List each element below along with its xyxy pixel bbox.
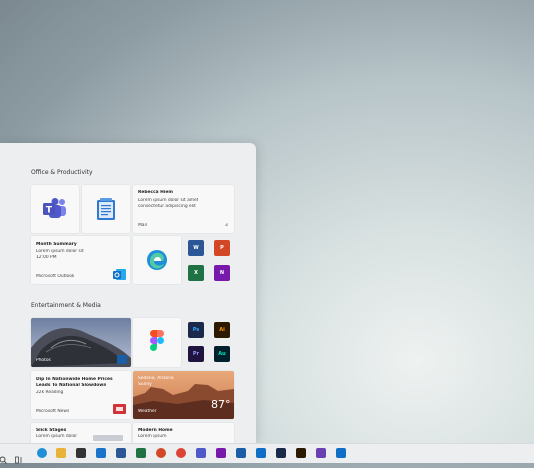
bottom-left-thumb xyxy=(93,435,123,441)
news-tile[interactable]: Dip In Nationwide Home Prices Leads To N… xyxy=(31,371,131,419)
news-meta: 22k Reading xyxy=(36,390,64,395)
onenote-icon[interactable]: N xyxy=(214,265,230,281)
teams-icon: T xyxy=(43,198,67,220)
mail-sender: Rebecca Hiem xyxy=(138,190,173,195)
bottom-right-tile[interactable]: Modern Home Lorem ipsum xyxy=(133,423,234,443)
weather-tile[interactable]: Sedona, Arizona Sunny 87° Weather xyxy=(133,371,234,419)
illustrator-taskbar-icon[interactable] xyxy=(296,448,306,458)
mail-count: 3 xyxy=(225,223,228,228)
outlook-calendar-tile[interactable]: Month Summary Lorem ipsum dolor sit 12:0… xyxy=(31,236,130,284)
visual-studio-icon[interactable] xyxy=(316,448,326,458)
weather-label: Weather xyxy=(138,409,157,414)
photos-tile[interactable]: Photos xyxy=(31,318,131,367)
notepad-icon xyxy=(96,197,116,221)
photos-taskbar-icon[interactable] xyxy=(236,448,246,458)
news-icon xyxy=(113,404,126,414)
bottom-right-sub: Lorem ipsum xyxy=(138,434,167,439)
photoshop-icon[interactable]: Ps xyxy=(188,322,204,338)
section-title-entertainment: Entertainment & Media xyxy=(31,302,101,309)
outlook-taskbar-icon[interactable] xyxy=(256,448,266,458)
bottom-left-tile[interactable]: Slick Stages Lorem ipsum dolor xyxy=(31,423,131,443)
illustrator-icon[interactable]: Ai xyxy=(214,322,230,338)
news-source: Microsoft News xyxy=(36,409,70,414)
excel-icon[interactable]: X xyxy=(188,265,204,281)
calendar-title: Month Summary xyxy=(36,242,77,247)
figma-tile[interactable] xyxy=(133,318,181,367)
excel-taskbar-icon[interactable] xyxy=(136,448,146,458)
word-icon[interactable]: W xyxy=(188,240,204,256)
outlook-taskbar-icon-2[interactable] xyxy=(336,448,346,458)
calendar-footer: Microsoft Outlook xyxy=(36,274,75,279)
mail-taskbar-icon[interactable] xyxy=(96,448,106,458)
edge-icon xyxy=(146,249,168,271)
mail-preview-line2: consectetur adipiscing elit xyxy=(138,204,196,209)
notepad-tile[interactable] xyxy=(82,185,130,233)
search-icon[interactable] xyxy=(0,449,7,464)
premiere-icon[interactable]: Pr xyxy=(188,346,204,362)
photos-label: Photos xyxy=(36,358,51,363)
weather-condition: Sunny xyxy=(138,382,152,387)
figma-icon xyxy=(150,330,164,352)
task-view-icon[interactable] xyxy=(15,449,24,464)
file-explorer-icon[interactable] xyxy=(56,448,66,458)
chrome-icon[interactable] xyxy=(176,448,186,458)
audition-icon[interactable]: Au xyxy=(214,346,230,362)
weather-temperature: 87° xyxy=(211,398,231,411)
word-taskbar-icon[interactable] xyxy=(116,448,126,458)
svg-text:T: T xyxy=(46,206,53,216)
photos-icon xyxy=(117,355,127,364)
store-icon[interactable] xyxy=(76,448,86,458)
mail-label: Mail xyxy=(138,223,147,228)
teams-taskbar-icon[interactable] xyxy=(196,448,206,458)
edge-taskbar-icon[interactable] xyxy=(37,448,47,458)
onenote-taskbar-icon[interactable] xyxy=(216,448,226,458)
bottom-left-sub: Lorem ipsum dolor xyxy=(36,434,78,439)
powerpoint-taskbar-icon[interactable] xyxy=(156,448,166,458)
calendar-time: 12:00 PM xyxy=(36,255,57,260)
taskbar xyxy=(0,443,534,464)
outlook-icon xyxy=(113,266,126,280)
section-title-office: Office & Productivity xyxy=(31,169,93,176)
news-headline-2: Leads To National Slowdown xyxy=(36,383,107,388)
teams-tile[interactable]: T xyxy=(31,185,79,233)
photoshop-taskbar-icon[interactable] xyxy=(276,448,286,458)
mail-tile[interactable]: Rebecca Hiem Lorem ipsum dolor sit amet … xyxy=(133,185,234,233)
start-menu: Office & Productivity T Rebecca Hiem Lor… xyxy=(0,143,256,443)
edge-tile[interactable] xyxy=(133,236,181,284)
powerpoint-icon[interactable]: P xyxy=(214,240,230,256)
